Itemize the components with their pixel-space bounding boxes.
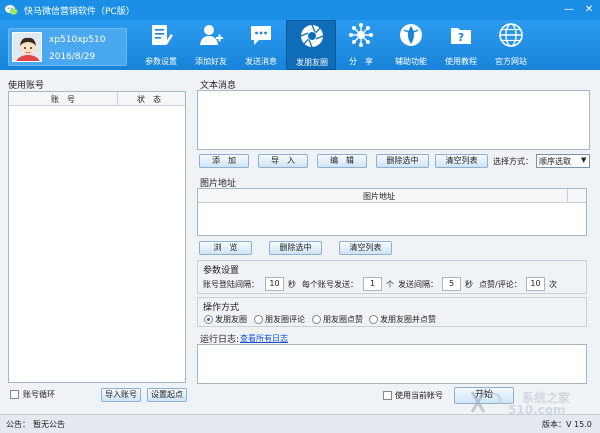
select-mode-dropdown[interactable]: 顺序选取 ▼: [536, 154, 590, 168]
column-divider: [117, 92, 118, 106]
view-all-logs-link[interactable]: 查看所有日志: [240, 333, 288, 344]
watermark-logo-icon: [470, 391, 502, 413]
tool-label: 官方网站: [495, 57, 527, 66]
wechat-logo-icon: [5, 5, 18, 15]
chevron-down-icon: ▼: [581, 156, 587, 164]
operation-group: 操作方式 发朋友圈 朋友圈评论 朋友圈点赞 发朋友圈并点赞: [197, 297, 587, 327]
select-mode-value: 顺序选取: [539, 157, 571, 166]
tutorial-folder-icon: ?: [451, 28, 471, 44]
radio-moments-comment[interactable]: [254, 315, 263, 324]
status-bar: 公告： 暂无公告 版本：V 15.0: [0, 414, 600, 433]
clear-text-list-button[interactable]: 清空列表: [435, 154, 488, 168]
user-profile: xp510xp510 2016/8/29: [8, 28, 127, 66]
tool-tutorial[interactable]: ? 使用教程: [436, 20, 486, 70]
radio-moments-like[interactable]: [312, 315, 321, 324]
document-edit-icon: [152, 25, 173, 45]
run-log-area[interactable]: [197, 344, 587, 384]
avatar: [12, 32, 42, 62]
option-label: 朋友圈点赞: [323, 315, 363, 324]
accounts-label: 使用账号: [8, 81, 45, 91]
notice-label: 公告：: [6, 420, 30, 429]
use-current-account-checkbox[interactable]: [383, 391, 392, 400]
use-current-account-label: 使用当前帐号: [395, 391, 443, 400]
minimize-button[interactable]: —: [562, 3, 576, 16]
images-list[interactable]: 图片地址: [197, 188, 587, 236]
import-text-button[interactable]: 导 入: [258, 154, 308, 168]
account-loop-label: 账号循环: [23, 390, 55, 399]
text-msg-list[interactable]: [197, 90, 590, 150]
radio-post-and-like[interactable]: [369, 315, 378, 324]
col-account: 账 号: [51, 95, 75, 104]
per-account-input[interactable]: 1: [363, 277, 382, 291]
like-comment-input[interactable]: 10: [526, 277, 545, 291]
accounts-table-header: 账 号 状 态: [9, 92, 185, 106]
radio-post-moments[interactable]: [204, 315, 213, 324]
images-list-header: 图片地址: [198, 189, 586, 203]
add-text-button[interactable]: 添 加: [199, 154, 249, 168]
clear-image-list-button[interactable]: 清空列表: [339, 241, 392, 255]
times-unit: 次: [549, 280, 557, 289]
per-account-label: 每个账号发送：: [302, 280, 358, 289]
title-bar: 快马微信营销软件（PC版） — ✕: [0, 0, 600, 20]
count-unit: 个: [386, 280, 394, 289]
seconds-unit: 秒: [465, 280, 473, 289]
window-title: 快马微信营销软件（PC版）: [24, 7, 135, 17]
share-network-icon: [349, 23, 373, 47]
option-label: 发朋友圈并点赞: [380, 315, 436, 324]
tool-post-moments[interactable]: 发朋友圈: [286, 20, 336, 70]
browse-images-button[interactable]: 浏 览: [199, 241, 252, 255]
helper-icon: [400, 24, 422, 46]
tool-label: 参数设置: [145, 57, 177, 66]
add-user-icon: [200, 25, 223, 45]
set-start-button[interactable]: 设置起点: [147, 388, 187, 402]
col-image-path: 图片地址: [363, 192, 395, 201]
tool-share[interactable]: 分 享: [336, 20, 386, 70]
chat-bubble-icon: [251, 26, 271, 45]
option-label: 发朋友圈: [215, 315, 247, 324]
account-loop-checkbox[interactable]: [10, 390, 19, 399]
seconds-unit: 秒: [288, 280, 296, 289]
send-interval-label: 发送间隔：: [398, 280, 438, 289]
col-status: 状 态: [137, 95, 161, 104]
option-label: 朋友圈评论: [265, 315, 305, 324]
delete-selected-text-button[interactable]: 删除选中: [376, 154, 429, 168]
version-text: 版本：V 15.0: [542, 420, 592, 429]
globe-icon: [499, 23, 523, 47]
tool-label: 发朋友圈: [296, 58, 328, 67]
like-comment-label: 点赞/评论：: [479, 280, 522, 289]
tool-label: 分 享: [349, 57, 373, 66]
close-button[interactable]: ✕: [582, 3, 596, 16]
main-toolbar: xp510xp510 2016/8/29 参数设置 添加好友 发送消息 发朋友圈…: [0, 20, 600, 70]
avatar-face-icon: [13, 33, 41, 61]
accounts-table[interactable]: 账 号 状 态: [8, 91, 186, 383]
tool-send-message[interactable]: 发送消息: [236, 20, 286, 70]
svg-text:?: ?: [458, 31, 464, 44]
import-accounts-button[interactable]: 导入账号: [101, 388, 141, 402]
send-interval-input[interactable]: 5: [442, 277, 461, 291]
login-interval-input[interactable]: 10: [265, 277, 284, 291]
operation-label: 操作方式: [203, 303, 240, 313]
tool-add-friend[interactable]: 添加好友: [186, 20, 236, 70]
aperture-icon: [300, 24, 324, 48]
tool-label: 发送消息: [245, 57, 277, 66]
tool-label: 辅助功能: [395, 57, 427, 66]
tool-label: 使用教程: [445, 57, 477, 66]
edit-text-button[interactable]: 编 辑: [317, 154, 367, 168]
profile-date: 2016/8/29: [49, 52, 96, 62]
delete-selected-image-button[interactable]: 删除选中: [269, 241, 322, 255]
column-divider: [567, 189, 568, 203]
login-interval-label: 账号登陆间隔：: [203, 280, 259, 289]
tool-param-settings[interactable]: 参数设置: [136, 20, 186, 70]
profile-name: xp510xp510: [49, 35, 106, 45]
select-mode-label: 选择方式：: [493, 157, 533, 166]
params-label: 参数设置: [203, 266, 240, 276]
params-group: 参数设置 账号登陆间隔： 10 秒 每个账号发送： 1 个 发送间隔： 5 秒 …: [197, 260, 587, 294]
tool-official-site[interactable]: 官方网站: [486, 20, 536, 70]
tool-helper[interactable]: 辅助功能: [386, 20, 436, 70]
tool-label: 添加好友: [195, 57, 227, 66]
notice-text: 暂无公告: [33, 420, 65, 429]
